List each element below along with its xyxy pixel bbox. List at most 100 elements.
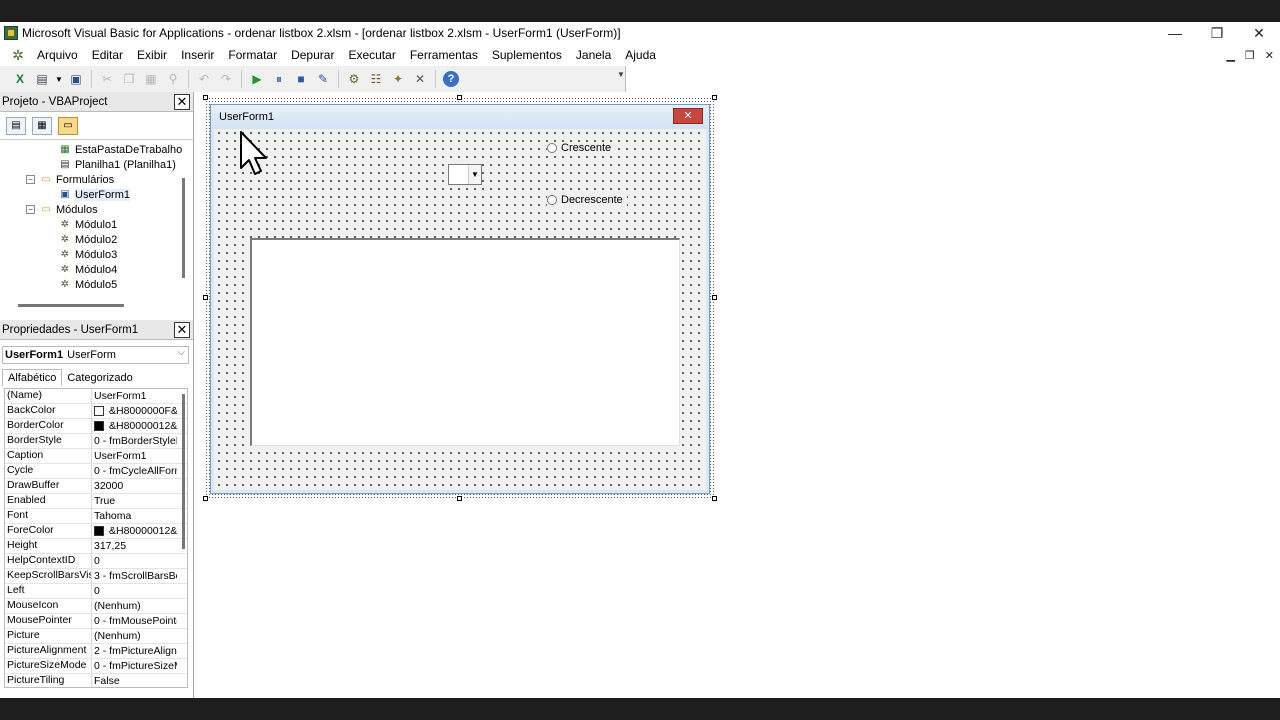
mdi-restore-button[interactable]: ❐ <box>1245 49 1255 62</box>
project-explorer-icon[interactable]: ⚙ <box>344 69 364 89</box>
combobox[interactable]: ▼ <box>448 164 482 185</box>
property-row[interactable]: Enabled True <box>5 494 187 509</box>
resize-handle[interactable] <box>712 295 717 300</box>
menu-suplementos[interactable]: Suplementos <box>485 48 569 62</box>
menu-arquivo[interactable]: Arquivo <box>30 48 85 62</box>
property-row[interactable]: BorderStyle0 - fmBorderStyleNone <box>5 434 187 449</box>
toggle-folders-icon[interactable]: ▭ <box>58 116 78 135</box>
property-value[interactable]: Tahoma <box>92 509 177 523</box>
property-row[interactable]: Left 0 <box>5 584 187 599</box>
property-value[interactable]: UserForm1 <box>92 389 177 403</box>
property-row[interactable]: BackColor &H8000000F& <box>5 404 187 419</box>
cut-icon[interactable]: ✂ <box>97 69 117 89</box>
collapse-toggle-icon[interactable]: − <box>26 205 35 214</box>
project-tree-hscrollbar[interactable] <box>18 304 124 307</box>
restore-button[interactable]: ❐ <box>1196 22 1238 44</box>
property-value[interactable]: 0 <box>92 584 177 598</box>
resize-handle[interactable] <box>203 295 208 300</box>
property-value[interactable]: (Nenhum) <box>92 629 177 643</box>
view-object-icon[interactable]: ▦ <box>32 116 52 135</box>
userform-title-bar[interactable]: UserForm1 ✕ <box>211 105 709 129</box>
option-decrescente[interactable]: Decrescente <box>547 194 627 206</box>
radio-icon[interactable] <box>547 143 557 153</box>
menu-exibir[interactable]: Exibir <box>130 48 174 62</box>
property-row[interactable]: Font Tahoma <box>5 509 187 524</box>
redo-icon[interactable]: ↷ <box>216 69 236 89</box>
mdi-minimize-button[interactable]: ▁ <box>1226 49 1234 62</box>
tree-item[interactable]: ✲ Módulo3 <box>0 247 193 262</box>
tab-categorizado[interactable]: Categorizado <box>62 370 137 386</box>
property-value[interactable]: UserForm1 <box>92 449 177 463</box>
menu-janela[interactable]: Janela <box>569 48 618 62</box>
mdi-close-button[interactable]: ✕ <box>1265 49 1274 62</box>
menu-ajuda[interactable]: Ajuda <box>618 48 663 62</box>
property-value[interactable]: (Nenhum) <box>92 599 177 613</box>
reset-icon[interactable]: ■ <box>291 69 311 89</box>
userform-close-button[interactable]: ✕ <box>673 108 703 124</box>
property-row[interactable]: ForeColor &H80000012& <box>5 524 187 539</box>
minimize-button[interactable]: — <box>1154 22 1196 44</box>
properties-icon[interactable]: ☷ <box>366 69 386 89</box>
view-code-icon[interactable]: ▤ <box>6 116 26 135</box>
vba-menu-icon[interactable]: ✲ <box>10 47 26 63</box>
property-row[interactable]: MouseIcon (Nenhum) <box>5 599 187 614</box>
tree-item[interactable]: − ▭ Formulários <box>0 172 193 187</box>
property-row[interactable]: Caption UserForm1 <box>5 449 187 464</box>
property-value[interactable]: 32000 <box>92 479 177 493</box>
toolbar-grip-icon[interactable]: ▼ <box>617 70 625 88</box>
property-row[interactable]: KeepScrollBarsVisible3 - fmScrollBarsBot… <box>5 569 187 584</box>
tab-alfabetico[interactable]: Alfabético <box>2 369 63 386</box>
property-value[interactable]: &H80000012& <box>92 419 177 433</box>
tree-item[interactable]: ✲ Módulo2 <box>0 232 193 247</box>
property-value[interactable]: 0 - fmCycleAllForms <box>92 464 177 478</box>
tree-item[interactable]: ▦ EstaPastaDeTrabalho <box>0 142 193 157</box>
properties-vscrollbar[interactable] <box>182 394 185 549</box>
dropdown-arrow-icon[interactable]: ▼ <box>54 69 64 89</box>
object-browser-icon[interactable]: ✦ <box>388 69 408 89</box>
property-row[interactable]: DrawBuffer 32000 <box>5 479 187 494</box>
properties-close-button[interactable]: ✕ <box>174 321 190 338</box>
property-row[interactable]: HelpContextID 0 <box>5 554 187 569</box>
object-selector[interactable]: UserForm1 UserForm ⌵ <box>2 346 189 364</box>
menu-formatar[interactable]: Formatar <box>221 48 284 62</box>
combobox-dropdown-icon[interactable]: ▼ <box>468 165 481 184</box>
property-row[interactable]: (Name) UserForm1 <box>5 389 187 404</box>
property-row[interactable]: Height 317,25 <box>5 539 187 554</box>
resize-handle[interactable] <box>203 95 208 100</box>
help-icon[interactable]: ? <box>441 69 461 89</box>
property-value[interactable]: False <box>92 674 177 687</box>
menu-editar[interactable]: Editar <box>85 48 130 62</box>
menu-executar[interactable]: Executar <box>341 48 402 62</box>
tree-item[interactable]: ▣ UserForm1 <box>0 187 193 202</box>
property-value[interactable]: 317,25 <box>92 539 177 553</box>
collapse-toggle-icon[interactable]: − <box>26 175 35 184</box>
property-row[interactable]: PictureSizeMode0 - fmPictureSizeModeClip <box>5 659 187 674</box>
design-mode-icon[interactable]: ✎ <box>313 69 333 89</box>
property-row[interactable]: Cycle0 - fmCycleAllForms <box>5 464 187 479</box>
save-icon[interactable]: ▣ <box>66 69 86 89</box>
property-row[interactable]: MousePointer0 - fmMousePointerDefault <box>5 614 187 629</box>
property-value[interactable]: True <box>92 494 177 508</box>
chevron-down-icon[interactable]: ⌵ <box>177 347 185 358</box>
paste-icon[interactable]: ▦ <box>141 69 161 89</box>
toolbox-icon[interactable]: ✕ <box>410 69 430 89</box>
insert-userform-icon[interactable]: ▤ <box>32 69 52 89</box>
menu-ferramentas[interactable]: Ferramentas <box>403 48 485 62</box>
copy-icon[interactable]: ❐ <box>119 69 139 89</box>
property-value[interactable]: 0 - fmBorderStyleNone <box>92 434 177 448</box>
property-row[interactable]: PictureAlignment2 - fmPictureAlignmentCe… <box>5 644 187 659</box>
property-value[interactable]: 0 - fmPictureSizeModeClip <box>92 659 177 673</box>
project-explorer-close-button[interactable]: ✕ <box>174 93 190 110</box>
tree-item[interactable]: ✲ Módulo5 <box>0 277 193 292</box>
property-row[interactable]: PictureTiling False <box>5 674 187 687</box>
property-value[interactable]: 3 - fmScrollBarsBoth <box>92 569 177 583</box>
property-value[interactable]: &H80000012& <box>92 524 177 538</box>
userform[interactable]: UserForm1 ✕ Crescente ▼ Decrescente <box>210 104 710 494</box>
break-icon[interactable]: ⏸ <box>269 69 289 89</box>
listbox[interactable] <box>250 238 680 446</box>
find-icon[interactable]: ⚲ <box>163 69 183 89</box>
menu-depurar[interactable]: Depurar <box>284 48 341 62</box>
undo-icon[interactable]: ↶ <box>194 69 214 89</box>
tree-item[interactable]: ✲ Módulo4 <box>0 262 193 277</box>
resize-handle[interactable] <box>712 95 717 100</box>
